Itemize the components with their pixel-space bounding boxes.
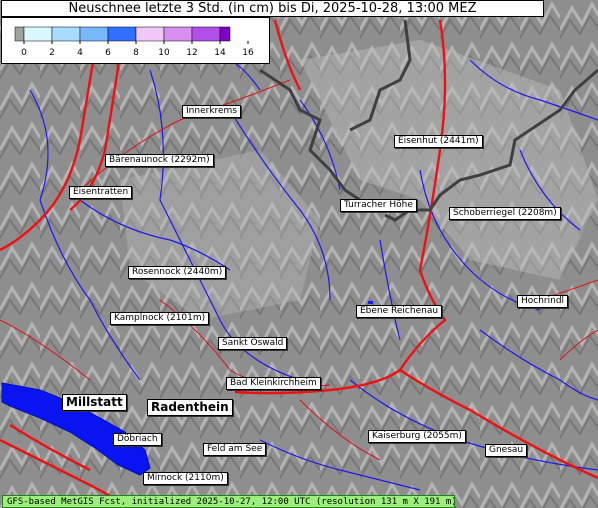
place-label[interactable]: Radenthein	[147, 399, 233, 416]
legend-colorbar: 0 2 4 6 8 10 12 14 16	[14, 26, 254, 58]
place-label[interactable]: Hochrindl	[517, 295, 569, 308]
legend-tick-label: 12	[186, 48, 197, 58]
legend-swatch	[191, 26, 221, 42]
legend-swatch	[219, 26, 231, 42]
legend-swatch	[51, 26, 81, 42]
legend-swatch	[163, 26, 193, 42]
place-label[interactable]: Feld am See	[203, 443, 267, 456]
legend-tick-label: 2	[49, 48, 55, 58]
map-canvas[interactable]: Neuschnee letzte 3 Std. (in cm) bis Di, …	[0, 0, 598, 508]
place-label[interactable]: Eisenhut (2441m)	[394, 135, 483, 148]
place-label[interactable]: Ebene Reichenau	[356, 305, 443, 318]
legend-swatch	[79, 26, 109, 42]
map-title: Neuschnee letzte 3 Std. (in cm) bis Di, …	[1, 0, 544, 17]
place-label[interactable]: Gnesau	[485, 444, 528, 457]
legend-swatch	[23, 26, 53, 42]
place-label[interactable]: Sankt Oswald	[218, 337, 288, 350]
legend-tick-label: 6	[105, 48, 111, 58]
legend-swatch	[107, 26, 137, 42]
place-label[interactable]: Rosennock (2440m)	[128, 266, 227, 279]
legend-tick-label: 10	[158, 48, 170, 58]
place-label[interactable]: Bärenaunock (2292m)	[105, 154, 214, 167]
place-label[interactable]: Kamplnock (2101m)	[110, 312, 210, 325]
legend-tick-label: 16	[242, 48, 254, 58]
place-label[interactable]: Innerkrems	[182, 105, 242, 118]
place-label[interactable]: Turracher Höhe	[340, 199, 417, 212]
place-label[interactable]: Millstatt	[62, 394, 127, 411]
place-label[interactable]: Kaiserburg (2055m)	[368, 430, 466, 443]
terrain-layer	[0, 0, 598, 508]
legend-tick-label: 8	[133, 48, 139, 58]
legend-swatch	[14, 26, 25, 42]
place-label[interactable]: Mirnock (2110m)	[143, 472, 228, 485]
forecast-footer: GFS-based MetGIS Fcst, initialized 2025-…	[2, 495, 455, 508]
legend-swatch	[135, 26, 165, 42]
legend: 0 2 4 6 8 10 12 14 16	[1, 17, 270, 64]
legend-tick-label: 0	[21, 48, 27, 58]
place-label[interactable]: Eisentratten	[69, 186, 133, 199]
legend-tick-label: 14	[214, 48, 226, 58]
place-label[interactable]: Schoberriegel (2208m)	[449, 207, 561, 220]
legend-tick-label: 4	[77, 48, 83, 58]
place-label[interactable]: Döbriach	[113, 433, 162, 446]
place-label[interactable]: Bad Kleinkirchheim	[226, 377, 321, 390]
